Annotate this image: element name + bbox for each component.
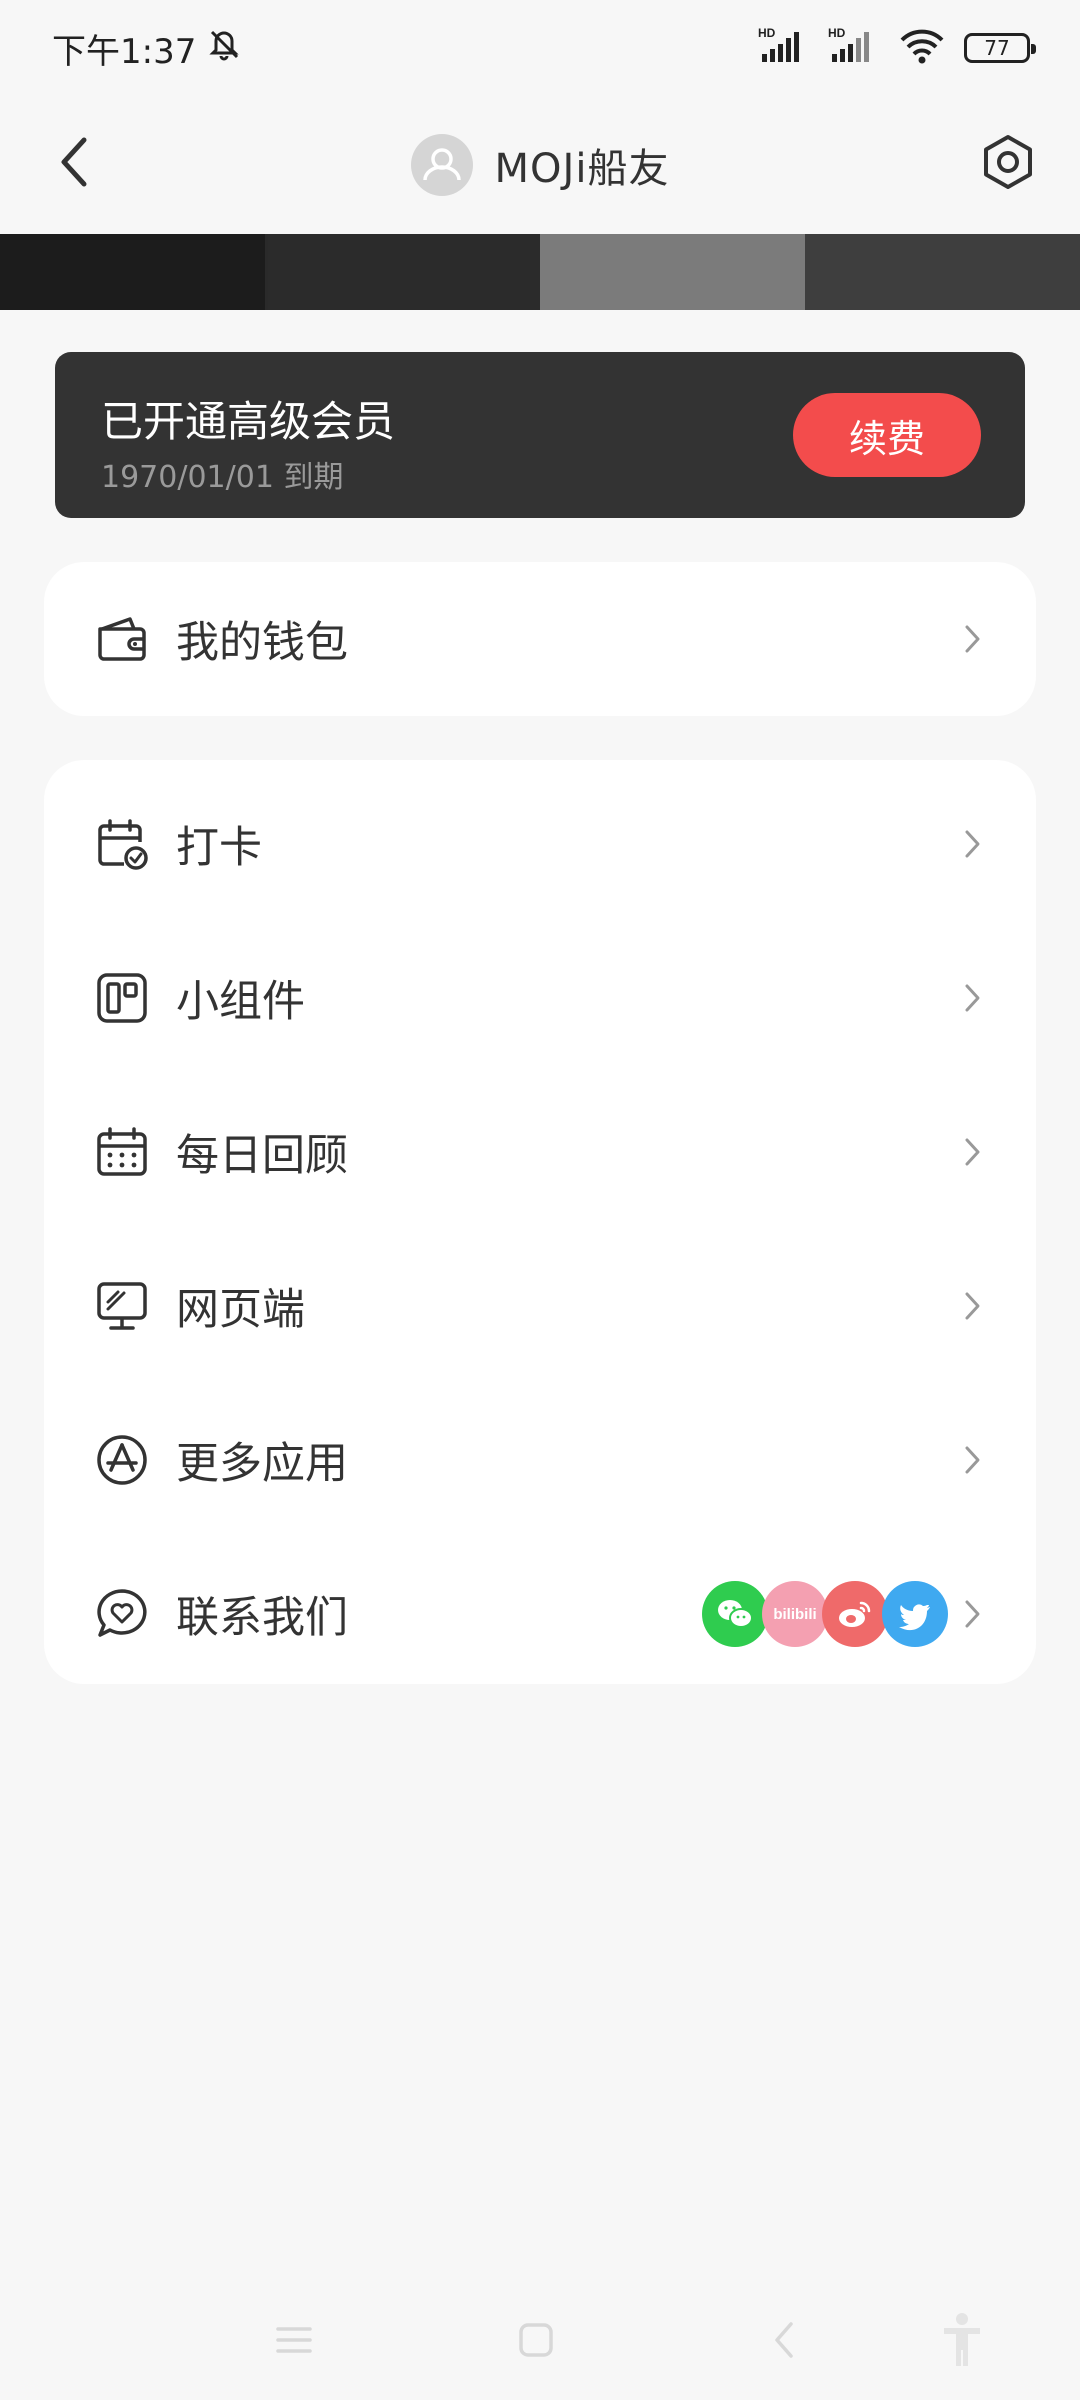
avatar xyxy=(410,134,473,196)
chevron-right-icon xyxy=(965,830,980,858)
bilibili-icon[interactable]: bilibili xyxy=(762,1581,828,1647)
chevron-right-icon xyxy=(965,1446,980,1474)
chat-heart-icon xyxy=(97,1589,147,1637)
membership-expiry: 1970/01/01 到期 xyxy=(101,460,344,495)
menu-item-more-apps[interactable]: 更多应用 xyxy=(44,1383,1036,1537)
menu-item-daily-review[interactable]: 每日回顾 xyxy=(44,1075,1036,1229)
profile-title[interactable]: MOJi船友 xyxy=(410,134,670,196)
menu-label: 小组件 xyxy=(176,977,305,1027)
gear-icon xyxy=(984,135,1032,189)
chevron-right-icon xyxy=(965,1138,980,1166)
twitter-icon[interactable] xyxy=(882,1581,948,1647)
menu-item-widgets[interactable]: 小组件 xyxy=(44,921,1036,1075)
chevron-left-icon xyxy=(61,137,87,187)
banner-segment xyxy=(805,234,1080,310)
back-nav-button[interactable] xyxy=(754,2310,814,2370)
membership-title: 已开通高级会员 xyxy=(101,397,396,446)
wallet-card: 我的钱包 xyxy=(44,562,1036,716)
app-store-icon xyxy=(97,1435,147,1485)
menu-item-web[interactable]: 网页端 xyxy=(44,1229,1036,1383)
menu-item-contact[interactable]: 联系我们 bilibili xyxy=(44,1537,1036,1691)
menu-label: 每日回顾 xyxy=(176,1131,348,1181)
weibo-glyph-icon xyxy=(839,1601,871,1627)
page-title: MOJi船友 xyxy=(494,146,670,192)
system-nav-bar xyxy=(0,2270,1080,2400)
membership-card: 已开通高级会员 1970/01/01 到期 续费 xyxy=(55,352,1025,518)
wallet-row[interactable]: 我的钱包 xyxy=(44,562,1036,716)
menu-label: 联系我们 xyxy=(176,1593,348,1643)
status-time: 下午1:37 xyxy=(52,31,197,72)
back-triangle-icon xyxy=(775,2322,793,2358)
wallet-label: 我的钱包 xyxy=(176,618,348,668)
home-square-icon xyxy=(519,2323,553,2357)
chevron-right-icon xyxy=(965,1600,980,1628)
wallet-icon xyxy=(98,617,146,661)
status-right: HD HD 77 xyxy=(758,26,1036,70)
menu-label: 更多应用 xyxy=(176,1439,348,1489)
menu-label: 网页端 xyxy=(176,1285,305,1335)
menu-icon xyxy=(276,2327,312,2353)
signal-icon: HD xyxy=(758,26,810,70)
menu-card: 打卡 小组件 每日回顾 网页端 更多应用 联系我们 bilibili xyxy=(44,760,1036,1684)
settings-button[interactable] xyxy=(976,130,1040,194)
svg-text:HD: HD xyxy=(828,26,846,40)
banner-segment xyxy=(540,234,805,310)
chevron-right-icon xyxy=(965,984,980,1012)
home-nav-button[interactable] xyxy=(506,2310,566,2370)
menu-label: 打卡 xyxy=(176,823,262,873)
status-bar: 下午1:37 HD HD 77 xyxy=(0,0,1080,96)
monitor-icon xyxy=(97,1282,147,1330)
header: MOJi船友 xyxy=(0,96,1080,234)
renew-button[interactable]: 续费 xyxy=(793,393,981,477)
svg-text:HD: HD xyxy=(758,26,776,40)
wifi-icon xyxy=(898,26,946,70)
banner-image[interactable] xyxy=(0,234,1080,310)
banner-segment xyxy=(0,234,265,310)
mute-icon xyxy=(204,24,244,73)
signal-icon-2: HD xyxy=(828,26,880,70)
battery-indicator: 77 xyxy=(964,33,1036,63)
wechat-glyph-icon xyxy=(718,1600,753,1628)
widget-icon xyxy=(97,973,147,1023)
accessibility-icon xyxy=(944,2313,980,2366)
back-button[interactable] xyxy=(44,132,104,192)
chevron-right-icon xyxy=(965,625,980,653)
banner-segment xyxy=(268,234,540,310)
twitter-bird-icon xyxy=(899,1604,930,1631)
chevron-right-icon xyxy=(965,1292,980,1320)
wechat-icon[interactable] xyxy=(702,1581,768,1647)
calendar-icon xyxy=(97,1127,147,1176)
menu-nav-button[interactable] xyxy=(264,2310,324,2370)
calendar-check-icon xyxy=(98,819,148,870)
menu-item-checkin[interactable]: 打卡 xyxy=(44,767,1036,921)
status-left: 下午1:37 xyxy=(52,24,244,73)
accessibility-button[interactable] xyxy=(932,2310,992,2370)
user-icon xyxy=(422,148,461,181)
social-links: bilibili xyxy=(702,1581,948,1647)
weibo-icon[interactable] xyxy=(822,1581,888,1647)
